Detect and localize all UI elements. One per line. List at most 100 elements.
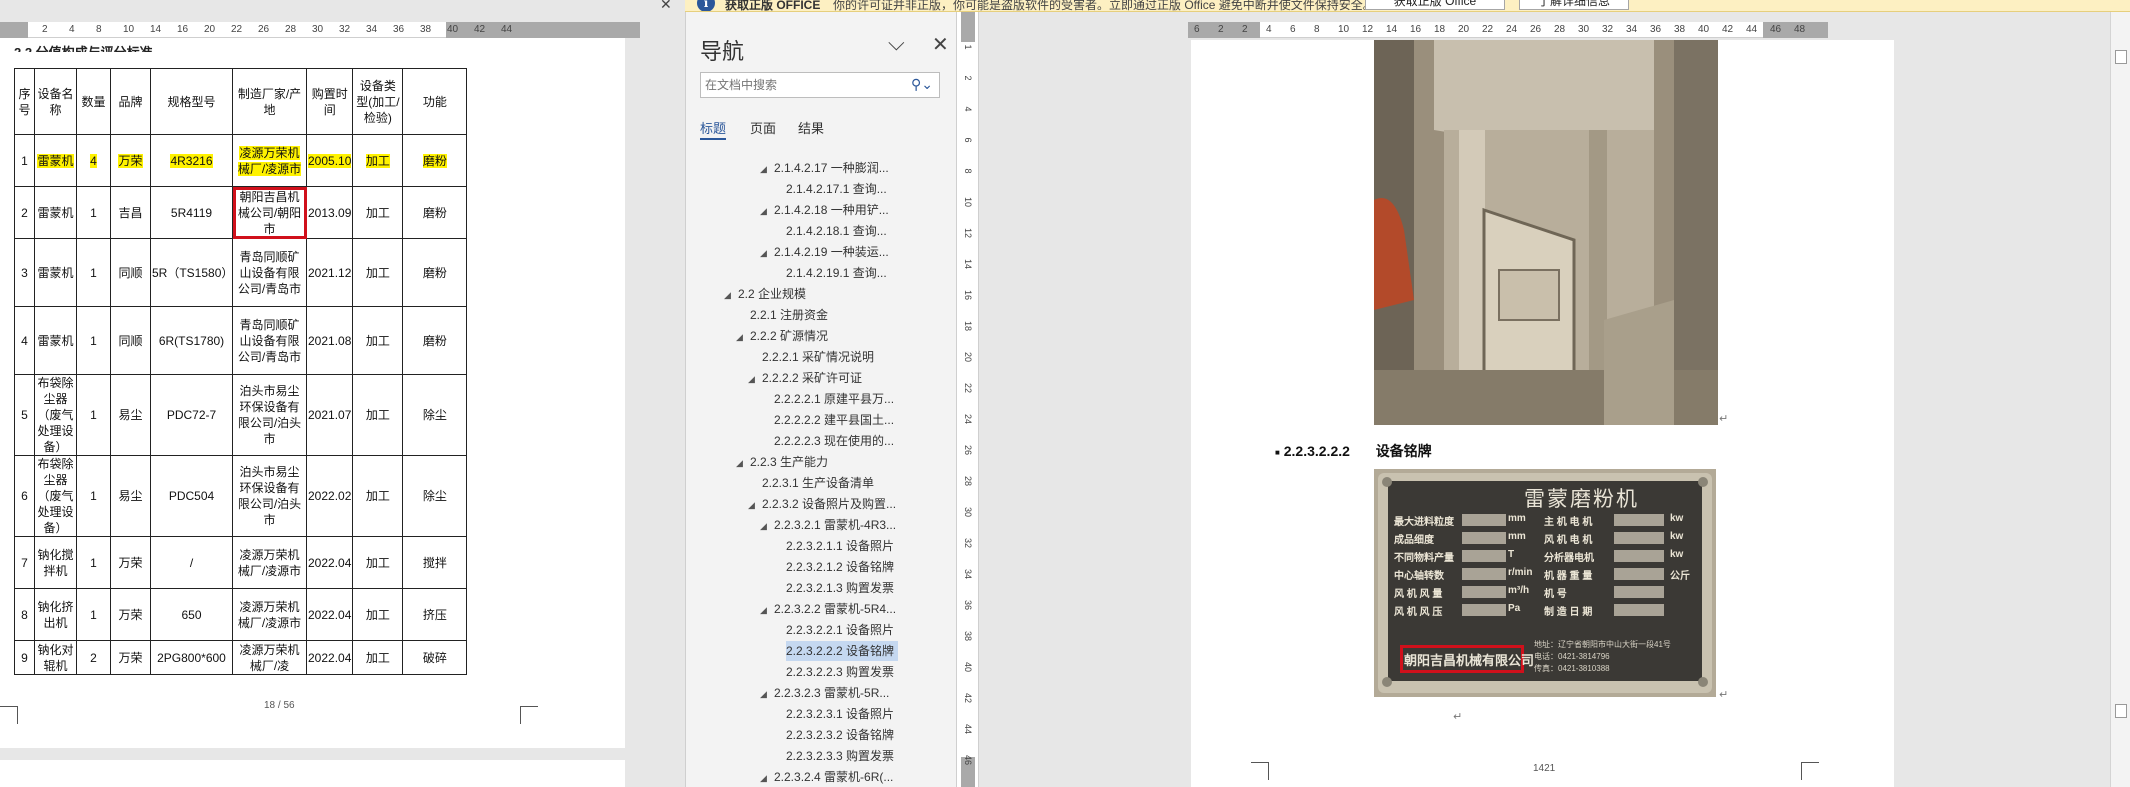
header-cell: 设备名称	[34, 68, 77, 135]
vertical-scrollbar[interactable]	[2110, 12, 2130, 787]
table-cell-qty: 1	[76, 306, 111, 375]
ruler-tick-label: 26	[258, 24, 270, 35]
nav-tree-item[interactable]: ◢ 2.2.3.2.3 雷蒙机-5R...	[760, 683, 889, 703]
nav-tree-item[interactable]: ◢ 2.2.2.2 采矿许可证	[748, 368, 862, 388]
nav-tree-item[interactable]: 2.1.4.2.19.1 查询...	[786, 263, 887, 283]
expand-arrow-icon[interactable]: ◢	[724, 285, 738, 305]
banner-title: 获取正版 OFFICE	[725, 0, 821, 12]
expand-arrow-icon[interactable]: ◢	[748, 495, 762, 515]
tab-results[interactable]: 结果	[798, 118, 824, 137]
plate-spec-label: 中心轴转数	[1394, 571, 1444, 582]
nav-tree-item[interactable]: 2.2.3.2.1.2 设备铭牌	[786, 557, 894, 577]
nav-tree-item[interactable]: ◢ 2.2.3.2 设备照片及购置...	[748, 494, 896, 514]
nav-tree-item[interactable]: ◢ 2.1.4.2.19 一种装运...	[760, 242, 889, 262]
ruler-tick-label: 42	[963, 692, 973, 703]
close-icon[interactable]: ✕	[660, 0, 672, 13]
nav-tree-item[interactable]: 2.2.3.1 生产设备清单	[762, 473, 874, 493]
tab-headings[interactable]: 标题	[700, 118, 727, 140]
horizontal-ruler-left[interactable]: 2 4 8 10 14 16 20 22 26 28 30 32 34 36 38 40 42 44	[0, 22, 640, 38]
nav-tree-item[interactable]: 2.2.1 注册资金	[750, 305, 828, 325]
nav-tree-item[interactable]: 2.2.3.2.3.1 设备照片	[786, 704, 894, 724]
scroll-down-handle[interactable]	[2115, 704, 2127, 718]
table-cell-date: 2021.07	[305, 374, 354, 456]
cell-text: 1	[90, 555, 97, 570]
ruler-tick-label: 10	[123, 24, 135, 35]
nav-tree-item[interactable]: 2.2.2.2.3 现在使用的...	[774, 431, 894, 451]
ruler-tick-label: 4	[69, 24, 75, 35]
nav-tree-item[interactable]: 2.2.3.2.1.3 购置发票	[786, 578, 894, 598]
expand-arrow-icon[interactable]: ◢	[760, 159, 774, 179]
nav-tree-item[interactable]: ◢ 2.2 企业规模	[724, 284, 806, 304]
nav-tree-item[interactable]: 2.1.4.2.18.1 查询...	[786, 221, 887, 241]
expand-arrow-icon[interactable]: ◢	[760, 684, 774, 704]
nav-tree-item[interactable]: ◢ 2.2.3.2.4 雷蒙机-6R(...	[760, 767, 893, 787]
nav-tree-item[interactable]: 2.2.3.2.2.2 设备铭牌	[786, 641, 899, 661]
nav-tree-item[interactable]: 2.2.2.1 采矿情况说明	[762, 347, 874, 367]
nav-tree-item[interactable]: 2.2.3.2.1.1 设备照片	[786, 536, 894, 556]
expand-arrow-icon[interactable]: ◢	[760, 243, 774, 263]
tab-pages[interactable]: 页面	[750, 118, 776, 137]
nav-tree-item[interactable]: ◢ 2.2.3 生产能力	[736, 452, 828, 472]
nav-tree-item[interactable]: 2.2.3.2.3.3 购置发票	[786, 746, 894, 766]
expand-arrow-icon[interactable]: ◢	[760, 201, 774, 221]
expand-arrow-icon[interactable]: ◢	[748, 369, 762, 389]
nav-tree-item[interactable]: 2.2.3.2.2.1 设备照片	[786, 620, 894, 640]
nav-tree-item[interactable]: ◢ 2.1.4.2.18 一种用铲...	[760, 200, 889, 220]
left-document-pane[interactable]: 248101416202226283032343638404244 2.2 分值…	[0, 0, 685, 787]
vertical-ruler[interactable]: 1 2 4 6 8 10 12 14 16 18 20 22 24 26 28 30 32 34 36 38 40 42 4…	[957, 12, 979, 787]
nav-tree-item[interactable]: 2.1.4.2.17.1 查询...	[786, 179, 887, 199]
table-cell-date: 2022.04	[305, 588, 354, 641]
nav-tree-item[interactable]: 2.2.2.2.2 建平县国土...	[774, 410, 894, 430]
right-document-page[interactable]: ↵ ■ 2.2.3.2.2.2 设备铭牌 雷蒙磨粉机 最大进料粒度 mm 主 机 电…	[1191, 40, 1894, 787]
table-cell-maker: 朝阳吉昌机械公司/朝阳市	[232, 186, 307, 239]
learn-more-button[interactable]: 了解详细信息	[1519, 0, 1629, 10]
next-page-fragment[interactable]	[0, 760, 625, 787]
nav-tree-item[interactable]: ◢ 2.2.3.2.2 雷蒙机-5R4...	[760, 599, 896, 619]
cell-text: 磨粉	[422, 205, 447, 220]
table-cell-brand: 同顺	[110, 306, 151, 375]
cell-text: 加工	[365, 205, 390, 220]
cell-text: 加工	[365, 650, 390, 665]
plate-spec-unit: kw	[1670, 531, 1684, 542]
plate-phone: 电话：0421-3814796	[1534, 652, 1610, 661]
horizontal-ruler-right[interactable]: 6 2 2 4 6 8 10 12 14 16 18 20 22 24 26 28 30 32 34 36 38 40 42…	[1188, 22, 1828, 38]
nav-tree-item-label: 2.1.4.2.17 一种膨润...	[774, 161, 889, 175]
cell-text: 搅拌	[422, 555, 447, 570]
header-cell: 功能	[402, 68, 468, 135]
nav-search-box[interactable]: ⚲⌄	[700, 72, 940, 98]
expand-arrow-icon[interactable]: ◢	[736, 453, 750, 473]
expand-arrow-icon[interactable]: ◢	[760, 768, 774, 787]
chevron-down-icon[interactable]: ⌵	[888, 30, 905, 56]
table-cell-qty: 1	[76, 238, 111, 307]
nav-tree-item-label: 2.2.3.2.1.2 设备铭牌	[786, 560, 895, 574]
expand-arrow-icon[interactable]: ◢	[760, 516, 774, 536]
expand-arrow-icon[interactable]: ◢	[736, 327, 750, 347]
ruler-tick-label: 42	[474, 24, 486, 35]
right-document-pane[interactable]: 6 2 2 4 6 8 10 12 14 16 18 20 22 24 26 28 30 32 34 36 38 40 42…	[979, 12, 2099, 787]
cell-text: /	[189, 555, 194, 570]
ruler-tick-label: 8	[96, 24, 102, 35]
cell-text: 钠化搅拌机	[37, 547, 74, 578]
nav-tree-item[interactable]: 2.2.3.2.2.3 购置发票	[786, 662, 894, 682]
expand-arrow-icon[interactable]: ◢	[760, 600, 774, 620]
table-cell-model: PDC72-7	[150, 374, 233, 456]
cell-text: PDC504	[168, 489, 215, 503]
get-genuine-office-button[interactable]: 获取正版 Office	[1365, 0, 1505, 10]
nav-tree-item[interactable]: ◢ 2.2.2 矿源情况	[736, 326, 828, 346]
search-input[interactable]	[705, 74, 905, 96]
cell-text: 1	[90, 205, 97, 220]
nav-tree-item[interactable]: ◢ 2.1.4.2.17 一种膨润...	[760, 158, 889, 178]
nav-tree-item[interactable]: 2.2.2.2.1 原建平县万...	[774, 389, 894, 409]
scroll-up-handle[interactable]	[2115, 50, 2127, 64]
search-icon[interactable]: ⚲⌄	[911, 76, 933, 93]
ruler-tick-label: 16	[177, 24, 189, 35]
left-document-page[interactable]: 2.2 分值构成与评分标准 序号 设备名称 数量 品牌 规格型号 制造厂家/产地…	[0, 38, 625, 748]
page-number: 18 / 56	[264, 700, 295, 711]
cell-text: 雷蒙机	[37, 153, 74, 168]
cell-text: 9	[21, 650, 28, 665]
close-icon[interactable]: ✕	[932, 32, 949, 57]
cell-text: 2022.04	[308, 650, 352, 665]
ruler-tick-label: 2	[1218, 24, 1224, 35]
nav-tree-item[interactable]: 2.2.3.2.3.2 设备铭牌	[786, 725, 894, 745]
nav-tree-item[interactable]: ◢ 2.2.3.2.1 雷蒙机-4R3...	[760, 515, 896, 535]
